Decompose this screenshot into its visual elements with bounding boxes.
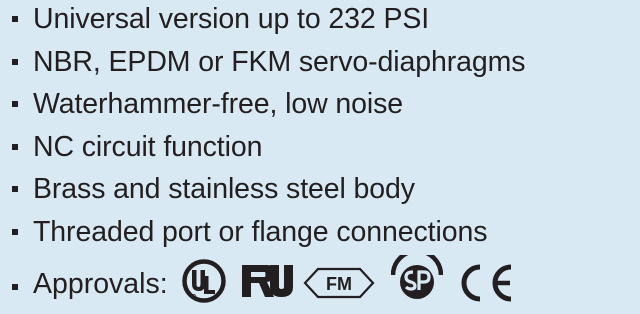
feature-text: NC circuit function: [33, 130, 263, 163]
approvals-label: Approvals:: [33, 268, 168, 300]
fm-approved-mark-icon: FM: [303, 255, 375, 305]
ce-mark-icon: [453, 255, 519, 305]
bullet-icon: [12, 143, 18, 150]
bullet-icon: [12, 101, 18, 107]
list-item: Universal version up to 232 PSI: [8, 0, 525, 43]
bullet-icon: [12, 228, 18, 235]
list-item: NC circuit function: [8, 128, 525, 171]
bullet-icon: [12, 186, 18, 192]
bullet-icon: [12, 16, 18, 22]
feature-text: Waterhammer-free, low noise: [33, 88, 404, 120]
list-item: Threaded port or flange connections: [8, 213, 525, 256]
feature-list: Universal version up to 232 PSI NBR, EPD…: [8, 0, 526, 256]
feature-text: NBR, EPDM or FKM servo-diaphragms: [33, 45, 526, 78]
bullet-icon: [12, 284, 18, 290]
bullet-icon: [12, 58, 18, 65]
feature-text: Brass and stainless steel body: [33, 173, 415, 205]
csa-mark-icon: [391, 255, 443, 305]
feature-panel: Universal version up to 232 PSI NBR, EPD…: [0, 0, 640, 314]
ul-listed-mark-icon: [181, 255, 227, 305]
svg-text:FM: FM: [326, 274, 352, 294]
feature-text: Universal version up to 232 PSI: [33, 3, 430, 35]
ul-recognized-mark-icon: [239, 255, 297, 305]
feature-text: Threaded port or flange connections: [33, 215, 488, 248]
list-item: Brass and stainless steel body: [8, 170, 525, 213]
list-item: NBR, EPDM or FKM servo-diaphragms: [8, 43, 526, 86]
list-item: Waterhammer-free, low noise: [8, 85, 525, 128]
